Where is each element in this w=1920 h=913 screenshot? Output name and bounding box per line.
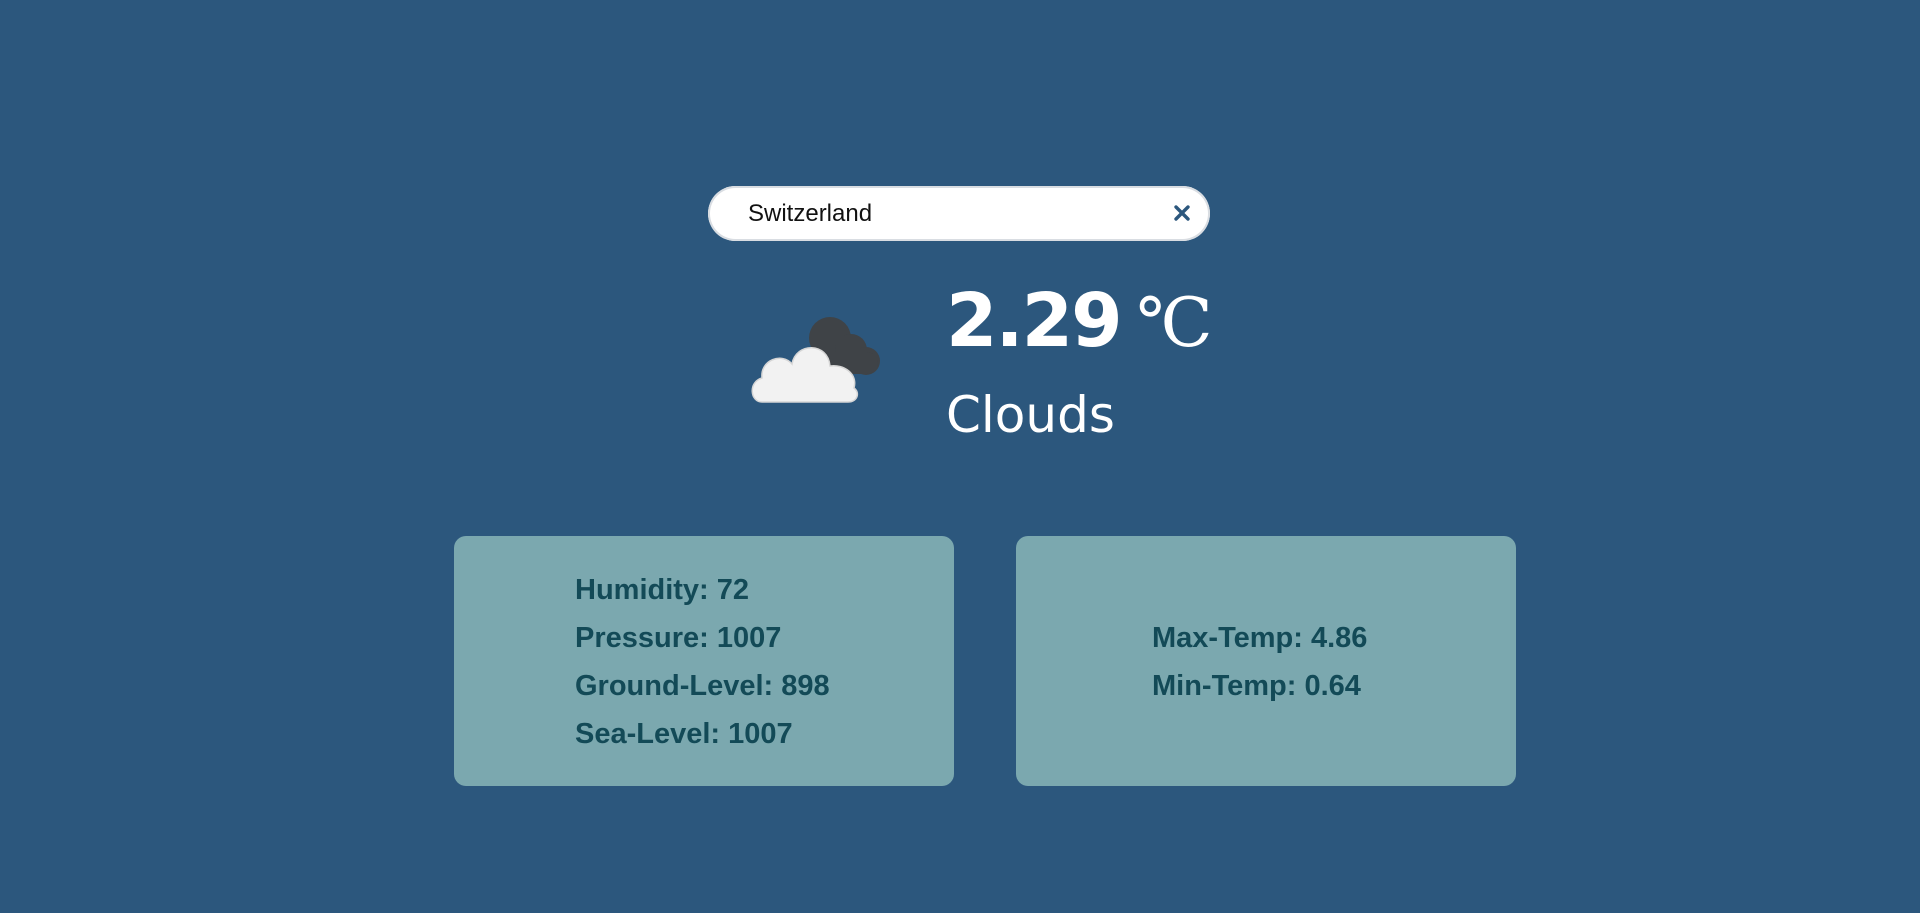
- search-bar: [708, 186, 1210, 241]
- humidity-stat: Humidity: 72: [575, 574, 750, 606]
- clouds-icon: [751, 317, 880, 403]
- pressure-stat: Pressure: 1007: [575, 622, 782, 654]
- details-card-atmosphere: Humidity: 72 Pressure: 1007 Ground-Level…: [454, 536, 954, 786]
- temperature-display: 2.29 ℃: [946, 278, 1213, 368]
- close-icon: [1174, 205, 1190, 221]
- max-temp-stat: Max-Temp: 4.86: [1152, 622, 1368, 654]
- details-card-temperature: Max-Temp: 4.86 Min-Temp: 0.64: [1016, 536, 1516, 786]
- weather-condition: Clouds: [946, 386, 1115, 444]
- temperature-unit: ℃: [1136, 284, 1213, 363]
- clear-search-button[interactable]: [1168, 199, 1196, 227]
- weather-app: 2.29 ℃ Clouds Humidity: 72 Pressure: 100…: [0, 0, 1920, 913]
- ground-level-stat: Ground-Level: 898: [575, 670, 830, 702]
- search-input[interactable]: [748, 186, 1138, 241]
- min-temp-stat: Min-Temp: 0.64: [1152, 670, 1361, 702]
- sea-level-stat: Sea-Level: 1007: [575, 718, 793, 750]
- temperature-value: 2.29: [946, 278, 1123, 364]
